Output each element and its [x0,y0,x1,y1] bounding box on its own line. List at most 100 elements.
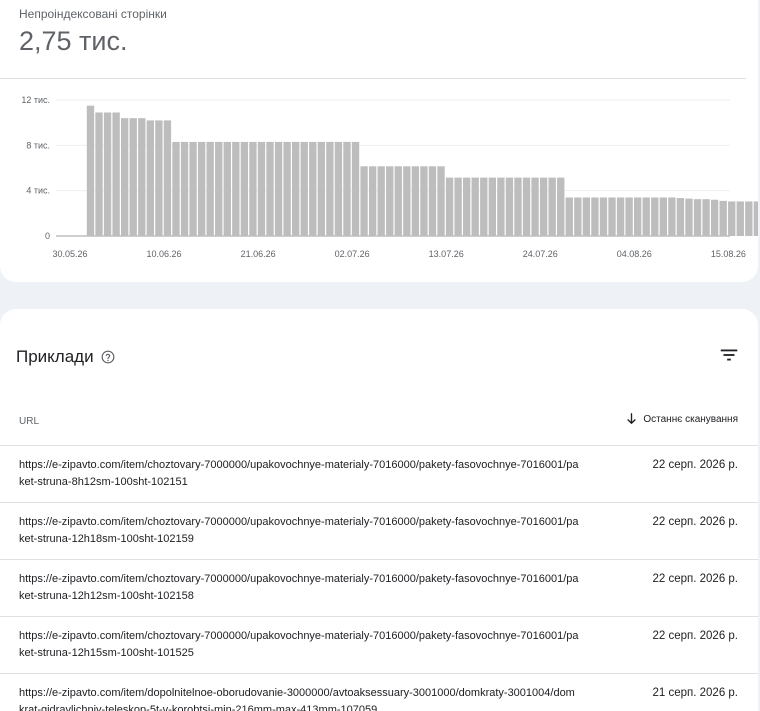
chart-bar [574,197,582,236]
chart-bar [557,177,565,236]
chart-bar [565,197,573,236]
table-row[interactable]: https://e-zipavto.com/item/choztovary-70… [0,616,758,673]
chart-bar [522,177,531,236]
chart-bar [668,197,676,236]
chart-bar [445,177,454,236]
chart-bar [283,141,291,236]
y-tick-label: 0 [45,231,50,241]
column-header-last-crawl-label: Останнє сканування [643,413,738,425]
chart-bar [309,141,317,236]
examples-card: Приклади URL Останнє сканування https://… [0,309,758,711]
chart-bar [651,197,659,236]
chart-bar [257,141,266,236]
chart-bar [591,197,599,236]
chart-bar [121,118,129,236]
examples-table: https://e-zipavto.com/item/choztovary-70… [0,445,758,711]
chart-bar [539,177,548,236]
chart-bar [488,177,496,236]
chart-bar [240,141,249,236]
chart-bar [616,197,625,236]
row-url: https://e-zipavto.com/item/choztovary-70… [19,573,579,602]
chart-bar [103,112,112,236]
chart-bar [351,141,360,236]
chart-bar [300,141,308,236]
chart-bar [249,141,257,236]
column-header-url[interactable]: URL [19,416,39,427]
chart-bar [514,177,522,236]
x-tick-label: 13.07.26 [429,249,464,259]
chart-bar [642,197,650,236]
y-tick-label: 8 тис. [26,140,50,150]
chart-bar [343,141,351,236]
chart-bar [274,141,283,236]
chart-bar [437,166,445,236]
chart-bar [317,141,325,236]
table-row[interactable]: https://e-zipavto.com/item/dopolnitelnoe… [0,673,758,711]
table-row[interactable]: https://e-zipavto.com/item/choztovary-70… [0,502,758,559]
x-tick-label: 10.06.26 [147,249,182,259]
chart-bar [505,177,514,236]
chart-bar [599,197,608,236]
row-url: https://e-zipavto.com/item/choztovary-70… [19,630,579,659]
table-row[interactable]: https://e-zipavto.com/item/choztovary-70… [0,559,758,616]
help-circle-icon[interactable] [101,350,115,364]
chart-bar [454,177,462,236]
row-date: 22 серп. 2026 р. [652,459,738,471]
column-header-last-crawl[interactable]: Останнє сканування [626,413,738,425]
row-date: 22 серп. 2026 р. [652,573,738,585]
chart-bar [728,201,736,236]
chart-bar [326,141,334,236]
chart-bar [197,141,206,236]
chart-bar [172,141,180,236]
y-tick-label: 4 тис. [26,186,50,196]
chart-bar [129,118,137,236]
chart-bar [146,120,154,236]
x-tick-label: 15.08.26 [711,249,746,259]
chart-bar [189,141,197,236]
chart-bar [736,201,744,236]
kpi-label: Непроіндексовані сторінки [19,7,167,21]
chart-bar [155,120,163,236]
chart-bar [480,177,488,236]
chart-bar [180,141,189,236]
y-tick-label: 12 тис. [21,95,50,105]
chart-bar [428,166,437,236]
chart-bar [702,199,710,236]
summary-card: Непроіндексовані сторінки 2,75 тис. 0 4 т… [0,0,758,282]
row-date: 22 серп. 2026 р. [652,630,738,642]
x-tick-label: 04.08.26 [617,249,652,259]
chart-bar [163,120,172,236]
divider [0,78,746,79]
row-date: 21 серп. 2026 р. [652,687,738,699]
x-tick-label: 24.07.26 [523,249,558,259]
chart-bar [292,141,300,236]
chart-bar [719,200,727,236]
chart-bar [471,177,479,236]
chart-bar [394,166,402,236]
chart-bar [368,166,377,236]
chart-bar [420,166,428,236]
chart-bar [693,199,702,236]
chart-bar [625,197,633,236]
chart-bar [266,141,274,236]
filter-icon[interactable] [718,344,740,366]
chart-bar [112,112,120,236]
chart-bar [138,118,146,236]
chart-bar [386,166,394,236]
chart-bar [753,201,758,236]
x-tick-label: 30.05.26 [52,249,87,259]
chart-bar [548,177,556,236]
chart-bar [86,105,95,237]
chart-bar [676,198,685,236]
pages-chart: 0 4 тис. 8 тис. 12 тис. 30.05.26 10.06.26 21.0… [21,95,758,259]
chart-bar [377,166,385,236]
row-url: https://e-zipavto.com/item/dopolnitelnoe… [19,687,575,711]
chart-bar [582,197,591,236]
row-date: 22 серп. 2026 р. [652,516,738,528]
chart-bar [411,166,420,236]
table-row[interactable]: https://e-zipavto.com/item/choztovary-70… [0,445,758,502]
x-tick-label: 21.06.26 [241,249,276,259]
row-url: https://e-zipavto.com/item/choztovary-70… [19,459,579,488]
chart-bar [497,177,505,236]
arrow-down-icon [627,413,636,424]
